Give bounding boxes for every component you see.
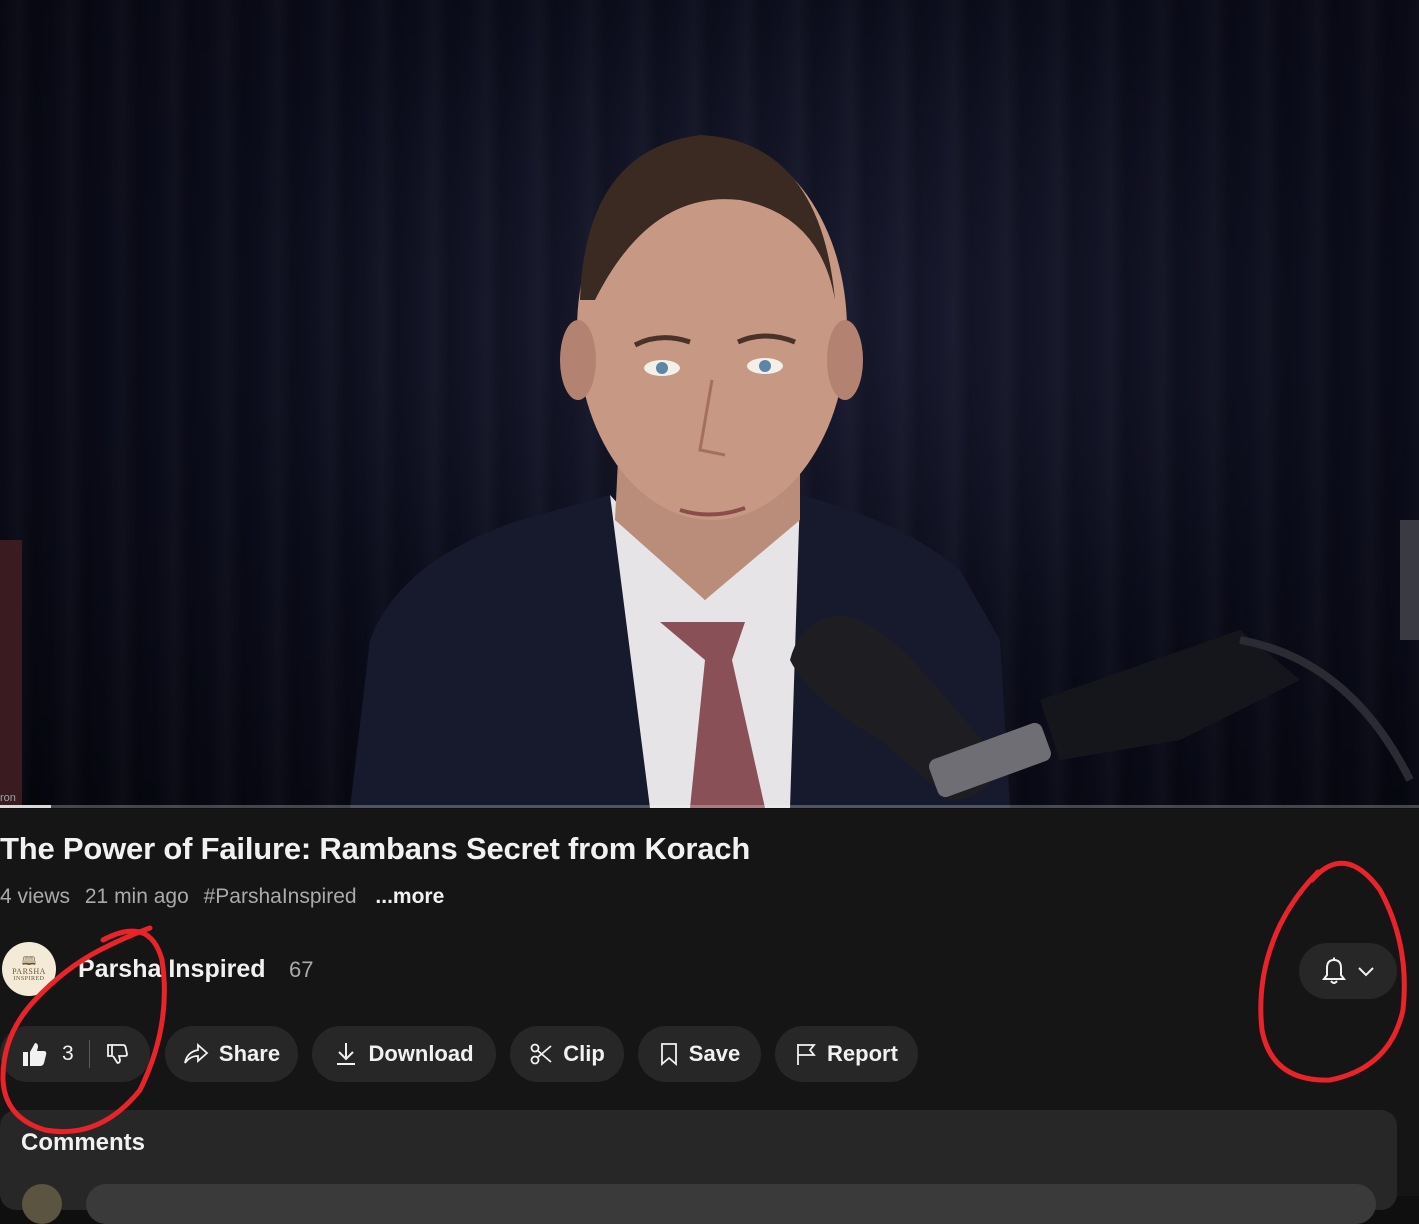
user-avatar	[22, 1184, 62, 1224]
share-label: Share	[218, 1041, 281, 1066]
thumbs-down-icon[interactable]	[105, 1042, 129, 1066]
save-button[interactable]: Save	[638, 1026, 761, 1082]
add-comment-input[interactable]	[86, 1184, 1376, 1224]
chevron-down-icon	[1358, 967, 1374, 977]
hashtag-link[interactable]: #ParshaInspired	[204, 885, 357, 908]
save-label: Save	[688, 1041, 741, 1066]
avatar-text-line1: PARSHA	[12, 967, 46, 976]
thumbs-up-icon[interactable]	[20, 1040, 48, 1068]
video-info-panel: The Power of Failure: Rambans Secret fro…	[0, 809, 1419, 1224]
upload-time: 21 min ago	[84, 885, 189, 908]
avatar-text-line2: INSPIRED	[13, 976, 45, 982]
scissors-icon	[530, 1043, 552, 1065]
share-button[interactable]: Share	[165, 1026, 298, 1082]
video-frame-speaker	[0, 135, 1419, 808]
download-icon	[337, 1043, 356, 1065]
book-icon: 🕮	[21, 954, 37, 968]
video-frame-caption: ron	[0, 792, 16, 804]
video-progress-bar[interactable]	[0, 805, 1419, 808]
channel-name[interactable]: Parsha Inspired	[78, 955, 266, 984]
comments-title: Comments	[21, 1129, 146, 1156]
clip-label: Clip	[563, 1041, 605, 1066]
bell-icon	[1322, 957, 1346, 984]
comments-section[interactable]: Comments	[0, 1110, 1397, 1224]
view-count: 4 views	[0, 885, 71, 908]
subscriber-count: 67	[289, 957, 314, 982]
like-divider	[88, 1040, 90, 1068]
video-metadata[interactable]: 4 views 21 min ago #ParshaInspired ...mo…	[0, 885, 453, 909]
download-label: Download	[368, 1041, 474, 1066]
report-button[interactable]: Report	[775, 1026, 918, 1082]
channel-row: 🕮 PARSHA INSPIRED Parsha Inspired 67	[0, 939, 700, 1001]
video-player[interactable]: ron	[0, 0, 1419, 808]
like-count[interactable]: 3	[62, 1042, 74, 1066]
download-button[interactable]: Download	[312, 1026, 496, 1082]
share-arrow-icon	[184, 1043, 209, 1064]
video-progress-fill	[0, 805, 52, 808]
action-bar: 3 Share Download Clip Save Report	[0, 1026, 1000, 1082]
report-label: Report	[827, 1041, 898, 1066]
flag-icon	[797, 1044, 816, 1065]
subscription-notification-button[interactable]	[1299, 943, 1397, 999]
channel-avatar[interactable]: 🕮 PARSHA INSPIRED	[2, 942, 56, 996]
clip-button[interactable]: Clip	[510, 1026, 624, 1082]
more-link[interactable]: ...more	[375, 885, 444, 908]
bookmark-icon	[660, 1043, 677, 1066]
like-dislike-group: 3	[0, 1026, 150, 1082]
video-title[interactable]: The Power of Failure: Rambans Secret fro…	[0, 831, 750, 867]
